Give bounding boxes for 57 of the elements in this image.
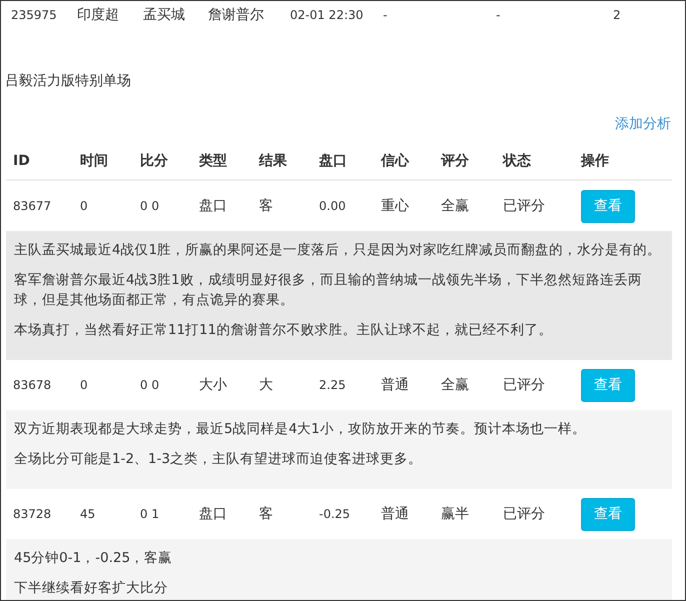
table-cell-text: 83678 <box>13 378 52 392</box>
column-header: 信心 <box>381 152 410 170</box>
view-button[interactable]: 查看 <box>581 368 635 402</box>
page-title: 吕毅活力版特别单场 <box>4 72 132 90</box>
table-cell-text: -0.25 <box>319 507 352 521</box>
table-cell-text: 0 0 <box>140 378 160 392</box>
column-header: ID <box>13 153 31 169</box>
table-cell-text: 2.25 <box>319 378 347 392</box>
table-cell-text: 普通 <box>381 376 410 394</box>
table-cell-text: 重心 <box>381 197 410 215</box>
column-header: 评分 <box>441 152 470 170</box>
analysis-text: 主队孟买城最近4战仅1胜，所赢的果阿还是一度落后，只是因为对家吃红牌减员而翻盘的，水分是有的。 <box>14 241 662 260</box>
table-cell-text: 0 1 <box>140 507 160 521</box>
column-header: 盘口 <box>319 152 348 170</box>
analysis-text: 全场比分可能是1-2、1-3之类，主队有望进球而迫使客进球更多。 <box>14 450 424 469</box>
table-cell-text: 普通 <box>381 505 410 523</box>
match-cell-text: 02-01 22:30 <box>290 8 364 22</box>
table-cell-text: 0 0 <box>140 199 160 213</box>
table-cell-text: 0.00 <box>319 199 347 213</box>
analysis-text: 下半继续看好客扩大比分 <box>14 579 169 598</box>
column-header: 结果 <box>259 152 288 170</box>
table-cell-text: 已评分 <box>503 505 546 523</box>
column-header: 时间 <box>80 152 109 170</box>
table-cell-text: 0 <box>80 199 89 213</box>
table-cell-text: 已评分 <box>503 376 546 394</box>
table-cell-text: 0 <box>80 378 89 392</box>
match-cell-text: 235975 <box>11 8 58 22</box>
column-header: 状态 <box>503 152 532 170</box>
column-header: 操作 <box>581 152 610 170</box>
analysis-text: 45分钟0-1，-0.25，客赢 <box>14 549 174 568</box>
table-cell-text: 全赢 <box>441 197 470 215</box>
column-header: 类型 <box>199 152 228 170</box>
analysis-text: 客军詹谢普尔最近4战3胜1败，成绩明显好很多，而且输的普纳城一战领先半场，下半忽然短路连丢两球，但是其他场面都正常，有点诡异的赛果。 <box>14 271 643 310</box>
match-cell-text: - <box>496 8 502 22</box>
table-cell-text: 全赢 <box>441 376 470 394</box>
match-cell-text: 印度超 <box>77 6 120 24</box>
table-cell-text: 已评分 <box>503 197 546 215</box>
view-button[interactable]: 查看 <box>581 190 635 222</box>
table-cell-text: 盘口 <box>199 505 228 523</box>
table-cell-text: 客 <box>259 505 274 523</box>
table-cell-text: 45 <box>80 507 96 521</box>
column-header: 比分 <box>140 152 169 170</box>
match-cell-text: 詹谢普尔 <box>208 6 265 24</box>
add-analysis-link[interactable]: 添加分析 <box>615 115 671 133</box>
table-cell-text: 盘口 <box>199 197 228 215</box>
view-button[interactable]: 查看 <box>581 498 635 530</box>
match-cell-text: - <box>383 8 388 22</box>
analysis-text: 本场真打，当然看好正常11打11的詹谢普尔不败求胜。主队让球不起，就已经不利了。 <box>14 321 554 340</box>
table-cell-text: 客 <box>259 197 274 215</box>
table-cell-text: 83677 <box>13 199 52 213</box>
table-cell-text: 大小 <box>199 376 228 394</box>
match-cell-text: 2 <box>613 8 622 22</box>
table-cell-text: 赢半 <box>441 505 470 523</box>
match-cell-text: 孟买城 <box>143 6 186 24</box>
analysis-text: 双方近期表现都是大球走势，最近5战同样是4大1小，攻防放开来的节奏。预计本场也一样。 <box>14 420 587 439</box>
table-cell-text: 大 <box>259 376 274 394</box>
table-cell-text: 83728 <box>13 507 52 521</box>
